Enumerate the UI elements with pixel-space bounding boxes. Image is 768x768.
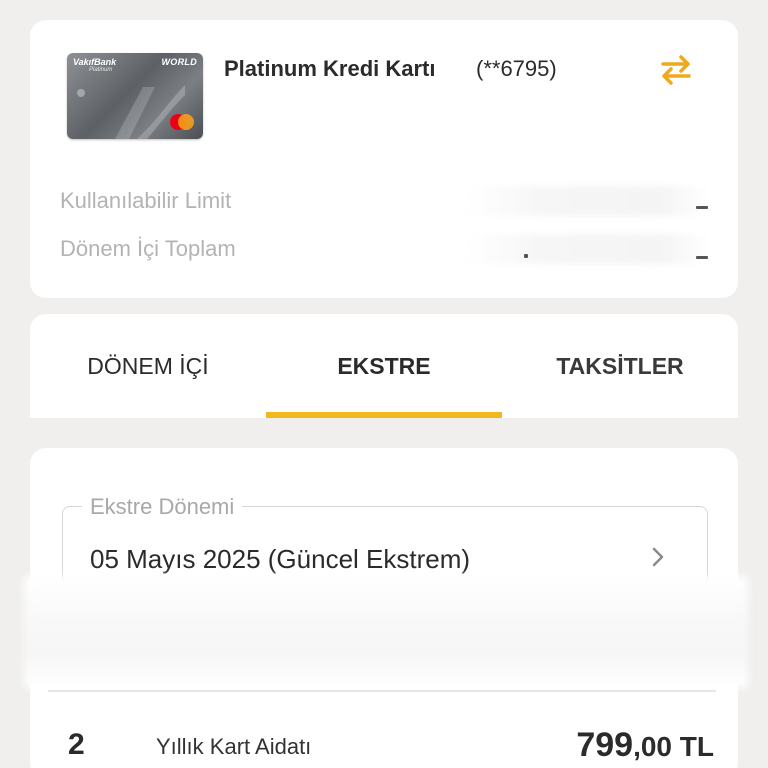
card-summary-panel: VakıfBank Platinum WORLD Platinum Kredi …: [30, 20, 738, 298]
redaction-mark: [696, 206, 708, 209]
mastercard-logo-icon: [170, 114, 194, 130]
contactless-icon: [77, 89, 85, 97]
redaction-mark: [696, 256, 708, 259]
card-network-badge: WORLD: [161, 57, 197, 67]
available-limit-value-redacted: [468, 186, 708, 216]
tabs-bar: DÖNEM İÇİ EKSTRE TAKSİTLER: [30, 314, 738, 418]
statement-period-value[interactable]: 05 Mayıs 2025 (Güncel Ekstrem): [90, 544, 470, 575]
swap-arrows-icon[interactable]: [656, 50, 696, 90]
statement-panel: Ekstre Dönemi 05 Mayıs 2025 (Güncel Ekst…: [24, 448, 748, 768]
transaction-description: Yıllık Kart Aidatı: [156, 734, 312, 759]
transaction-amount: 799,00 TL: [576, 726, 714, 765]
transaction-count: 2: [68, 728, 85, 761]
tab-donem-ici[interactable]: DÖNEM İÇİ: [30, 314, 266, 418]
statement-summary-redacted: [24, 576, 748, 688]
tab-ekstre[interactable]: EKSTRE: [266, 314, 502, 418]
statement-period-label: Ekstre Dönemi: [82, 494, 243, 520]
credit-card-image: VakıfBank Platinum WORLD: [67, 53, 203, 139]
card-masked-number: (**6795): [476, 56, 557, 81]
active-tab-indicator: [266, 412, 502, 418]
card-bank-brand: VakıfBank: [73, 57, 117, 67]
chevron-right-icon[interactable]: [646, 544, 670, 570]
card-title: Platinum Kredi Kartı: [224, 56, 436, 81]
amount-decimal: ,00 TL: [633, 731, 714, 762]
available-limit-label: Kullanılabilir Limit: [60, 188, 232, 213]
redaction-mark: [524, 254, 528, 258]
amount-main: 799: [576, 726, 634, 764]
period-total-value-redacted: [468, 234, 708, 264]
period-total-label: Dönem İçi Toplam: [60, 236, 236, 261]
card-bank-tier: Platinum: [89, 67, 113, 73]
divider: [48, 690, 716, 692]
tab-taksitler[interactable]: TAKSİTLER: [502, 314, 738, 418]
